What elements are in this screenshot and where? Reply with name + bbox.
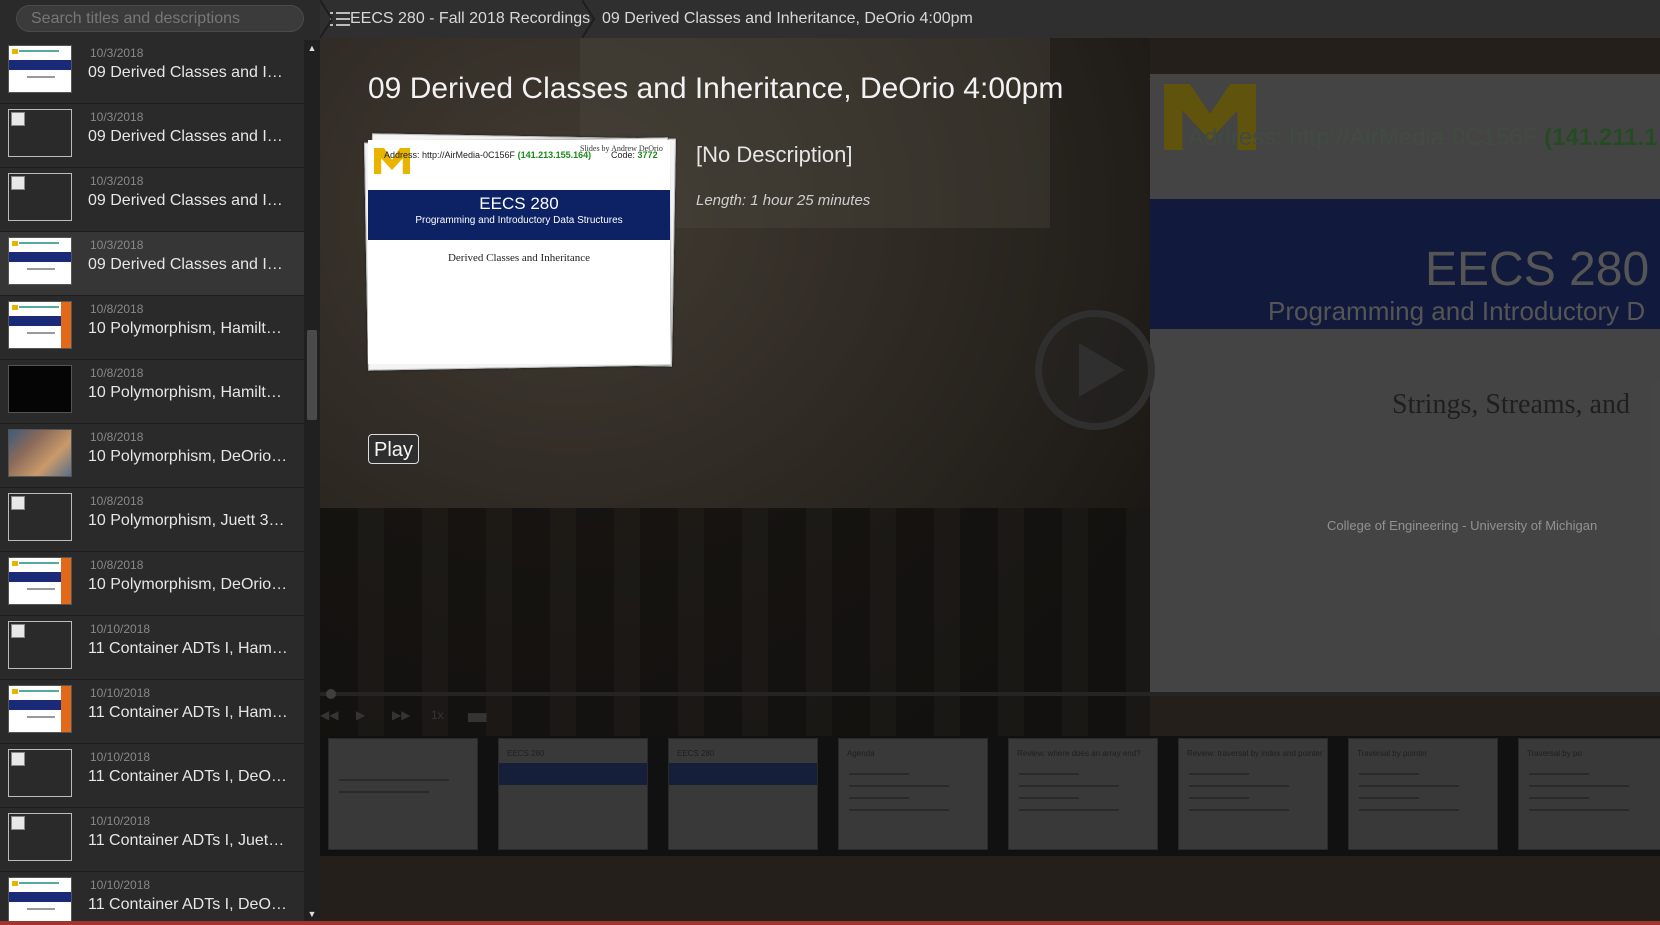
recording-list-title: 09 Derived Classes and Inheritance, Juet…: [88, 64, 288, 81]
thumbnail-code: Code: 3772: [611, 150, 658, 160]
recording-thumbnail: [8, 877, 72, 922]
recording-list-item[interactable]: 10/3/2018 09 Derived Classes and Inherita…: [0, 232, 304, 296]
recording-list-title: 11 Container ADTs I, Juett 3:00pm: [88, 832, 288, 849]
recording-list-item[interactable]: 10/8/2018 10 Polymorphism, DeOrio 3:00pm: [0, 424, 304, 488]
recording-date: 10/8/2018: [90, 366, 144, 380]
recording-list-item[interactable]: 10/8/2018 10 Polymorphism, Hamilton 1:30p…: [0, 360, 304, 424]
recording-date: 10/10/2018: [90, 686, 151, 700]
recording-list-title: 10 Polymorphism, DeOrio 4:30pm: [88, 576, 288, 593]
recording-title: 09 Derived Classes and Inheritance, DeOr…: [368, 72, 1064, 105]
scrollbar-thumb[interactable]: [307, 330, 317, 420]
recording-list-item[interactable]: 10/10/2018 11 Container ADTs I, DeOrio 3:…: [0, 744, 304, 808]
recording-list-item[interactable]: 10/10/2018 11 Container ADTs I, Hamilton …: [0, 616, 304, 680]
recording-list-title: 09 Derived Classes and Inheritance, Hami…: [88, 128, 288, 145]
broken-image-icon: [8, 173, 72, 221]
session-preview: Address: http://AirMedia-0C156F (141.211…: [320, 38, 1660, 922]
recording-list-item[interactable]: 10/8/2018 10 Polymorphism, DeOrio 4:30pm: [0, 552, 304, 616]
recording-date: 10/3/2018: [90, 174, 144, 188]
breadcrumb-separator-icon: [320, 0, 334, 38]
broken-image-icon: [8, 813, 72, 861]
session-thumbnail-stack: Address: http://AirMedia-0C156F (141.213…: [364, 133, 676, 371]
recording-thumbnail: [8, 685, 72, 733]
recording-date: 10/10/2018: [90, 622, 151, 636]
broken-image-icon: [8, 493, 72, 541]
recording-list-title: 10 Polymorphism, Juett 3:00pm: [88, 512, 288, 529]
recording-list[interactable]: 10/3/2018 09 Derived Classes and Inherita…: [0, 40, 304, 922]
recording-thumbnail: [8, 365, 72, 413]
sidebar: 10/3/2018 09 Derived Classes and Inherita…: [0, 0, 320, 925]
recording-date: 10/10/2018: [90, 878, 151, 892]
recording-thumbnail: [8, 237, 72, 285]
recording-list-item[interactable]: 10/3/2018 09 Derived Classes and Inherita…: [0, 40, 304, 104]
recording-date: 10/8/2018: [90, 494, 144, 508]
broken-image-icon: [8, 749, 72, 797]
top-bar: EECS 280 - Fall 2018 Recordings 09 Deriv…: [320, 0, 1660, 39]
breadcrumb-session: 09 Derived Classes and Inheritance, DeOr…: [602, 10, 973, 27]
recording-date: 10/3/2018: [90, 110, 144, 124]
recording-list-title: 11 Container ADTs I, DeOrio 4:30pm: [88, 896, 288, 913]
breadcrumb-separator-icon: [582, 0, 596, 38]
recording-list-title: 10 Polymorphism, DeOrio 3:00pm: [88, 448, 288, 465]
recording-thumbnail: [8, 429, 72, 477]
broken-image-icon: [8, 109, 72, 157]
recording-list-title: 09 Derived Classes and Inheritance, Hami…: [88, 192, 288, 209]
recording-list-title: 11 Container ADTs I, Hamilton 12:00pm: [88, 640, 288, 657]
recording-list-title: 10 Polymorphism, Hamilton 12:00pm: [88, 320, 288, 337]
recording-list-item[interactable]: 10/10/2018 11 Container ADTs I, Juett 3:0…: [0, 808, 304, 872]
recording-list-item[interactable]: 10/3/2018 09 Derived Classes and Inherita…: [0, 104, 304, 168]
recording-length: Length: 1 hour 25 minutes: [696, 192, 871, 209]
recording-date: 10/8/2018: [90, 430, 144, 444]
recording-list-item[interactable]: 10/10/2018 11 Container ADTs I, Hamilton …: [0, 680, 304, 744]
recording-list-title: 09 Derived Classes and Inheritance, DeOr…: [88, 256, 288, 273]
search-bar: [0, 0, 320, 38]
broken-image-icon: [8, 621, 72, 669]
recording-thumbnail: [8, 557, 72, 605]
recording-list-item[interactable]: 10/8/2018 10 Polymorphism, Juett 3:00pm: [0, 488, 304, 552]
thumbnail-course: EECS 280: [479, 194, 559, 213]
thumbnail-address: Address: http://AirMedia-0C156F (141.213…: [384, 150, 592, 160]
recording-date: 10/3/2018: [90, 238, 144, 252]
recording-list-title: 11 Container ADTs I, Hamilton 1:30pm: [88, 704, 288, 721]
scroll-up-arrow-icon[interactable]: ▲: [304, 40, 320, 56]
play-button[interactable]: Play: [368, 434, 419, 464]
sidebar-scrollbar[interactable]: ▲ ▼: [304, 40, 320, 922]
thumbnail-lecture: Derived Classes and Inheritance: [447, 252, 591, 264]
recording-thumbnail: [8, 45, 72, 93]
recording-date: 10/10/2018: [90, 750, 151, 764]
recording-list-title: 10 Polymorphism, Hamilton 1:30pm: [88, 384, 288, 401]
recording-list-item[interactable]: 10/10/2018 11 Container ADTs I, DeOrio 4:…: [0, 872, 304, 922]
bottom-accent-bar: [0, 921, 1660, 925]
recording-date: 10/8/2018: [90, 558, 144, 572]
thumbnail-course-subtitle: Programming and Introductory Data Struct…: [415, 215, 623, 226]
scroll-down-arrow-icon[interactable]: ▼: [304, 906, 320, 922]
recording-date: 10/10/2018: [90, 814, 151, 828]
recording-list-item[interactable]: 10/3/2018 09 Derived Classes and Inherita…: [0, 168, 304, 232]
recording-date: 10/3/2018: [90, 46, 144, 60]
search-input[interactable]: [16, 5, 304, 32]
recording-date: 10/8/2018: [90, 302, 144, 316]
session-thumbnail: Address: http://AirMedia-0C156F (141.213…: [368, 140, 670, 364]
recording-list-item[interactable]: 10/8/2018 10 Polymorphism, Hamilton 12:00…: [0, 296, 304, 360]
recording-thumbnail: [8, 301, 72, 349]
recording-description: [No Description]: [696, 142, 853, 167]
recording-list-title: 11 Container ADTs I, DeOrio 3:00pm: [88, 768, 288, 785]
breadcrumb-folder[interactable]: EECS 280 - Fall 2018 Recordings: [350, 10, 590, 28]
